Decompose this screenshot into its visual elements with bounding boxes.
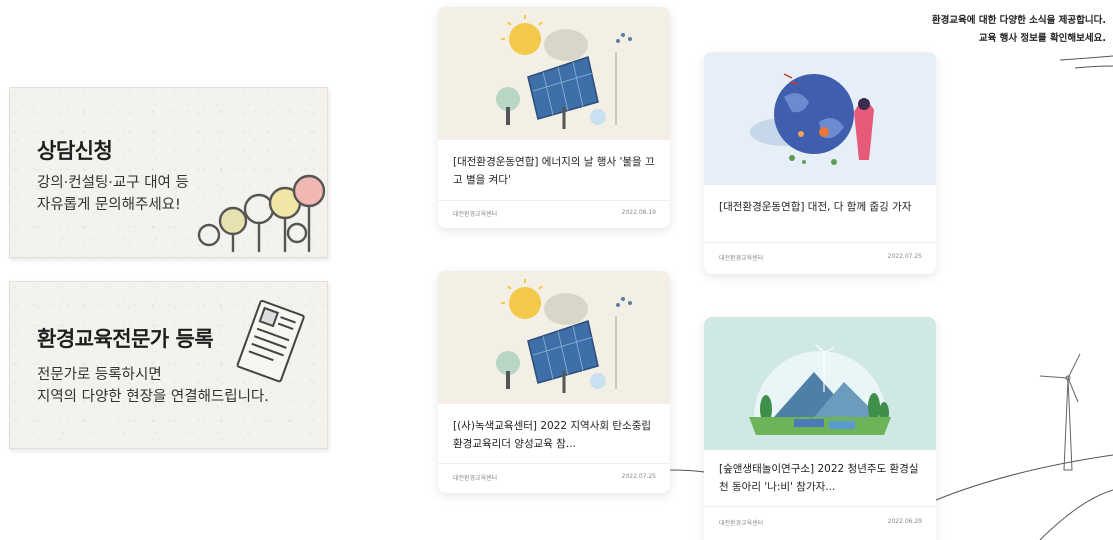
expert-registration-card[interactable]: 환경교육전문가 등록 전문가로 등록하시면 지역의 다양한 현장을 연결해드립니… [9,281,328,449]
news-card[interactable]: [대전환경운동연합] 에너지의 날 행사 '불을 끄고 별을 켜다' 대전환경교… [438,7,670,228]
earth-illustration [750,73,874,165]
news-title[interactable]: [숲앤생태놀이연구소] 2022 청년주도 환경실천 동아리 '나:비' 참가자… [719,460,922,496]
news-date: 2022.07.25 [887,253,922,260]
news-thumbnail [704,317,936,450]
solar-panel-illustration [496,15,632,129]
news-organization: 대전환경교육센터 [453,475,498,482]
news-organization: 대전환경교육센터 [719,255,764,262]
news-intro-line1: 환경교육에 대한 다양한 소식을 제공합니다. [931,15,1106,26]
news-thumbnail [704,52,936,185]
news-card[interactable]: [대전환경운동연합] 대전, 다 함께 줍깅 가자 대전환경교육센터 2022.… [704,52,936,274]
news-title[interactable]: [대전환경운동연합] 에너지의 날 행사 '불을 끄고 별을 켜다' [453,153,656,189]
consult-desc-line2: 자유롭게 문의해주세요! [37,197,181,213]
consult-title: 상담신청 [37,139,113,163]
card-divider [704,506,936,507]
news-thumbnail [438,271,670,404]
solar-panel-illustration [496,279,632,393]
news-date: 2022.06.29 [887,518,922,525]
consult-desc-line1: 강의·컨설팅·교구 대여 등 [37,175,189,191]
news-title[interactable]: [(사)녹색교육센터] 2022 지역사회 탄소중립 환경교육리더 양성교육 참… [453,417,656,453]
card-divider [438,463,670,464]
consult-description: 강의·컨설팅·교구 대여 등 자유롭게 문의해주세요! [37,172,189,216]
news-card[interactable]: [숲앤생태놀이연구소] 2022 청년주도 환경실천 동아리 '나:비' 참가자… [704,317,936,540]
expert-title: 환경교육전문가 등록 [37,327,214,351]
news-title[interactable]: [대전환경운동연합] 대전, 다 함께 줍깅 가자 [719,198,922,216]
news-intro: 환경교육에 대한 다양한 소식을 제공합니다. 교육 행사 정보를 확인해보세요… [932,12,1106,48]
green-landscape-illustration [749,344,891,435]
news-intro-line2: 교육 행사 정보를 확인해보세요. [978,33,1106,44]
news-thumbnail [438,7,670,140]
news-date: 2022.08.19 [621,209,656,216]
expert-desc-line2: 지역의 다양한 현장을 연결해드립니다. [37,389,269,405]
card-divider [704,242,936,243]
card-divider [438,200,670,201]
news-organization: 대전환경교육센터 [719,520,764,527]
news-date: 2022.07.25 [621,473,656,480]
consult-request-card[interactable]: 상담신청 강의·컨설팅·교구 대여 등 자유롭게 문의해주세요! [9,87,328,258]
news-organization: 대전환경교육센터 [453,211,498,218]
lightbulbs-icon [197,174,326,253]
news-card[interactable]: [(사)녹색교육센터] 2022 지역사회 탄소중립 환경교육리더 양성교육 참… [438,271,670,493]
wind-turbine-icon [1039,353,1081,471]
document-icon [236,299,305,383]
